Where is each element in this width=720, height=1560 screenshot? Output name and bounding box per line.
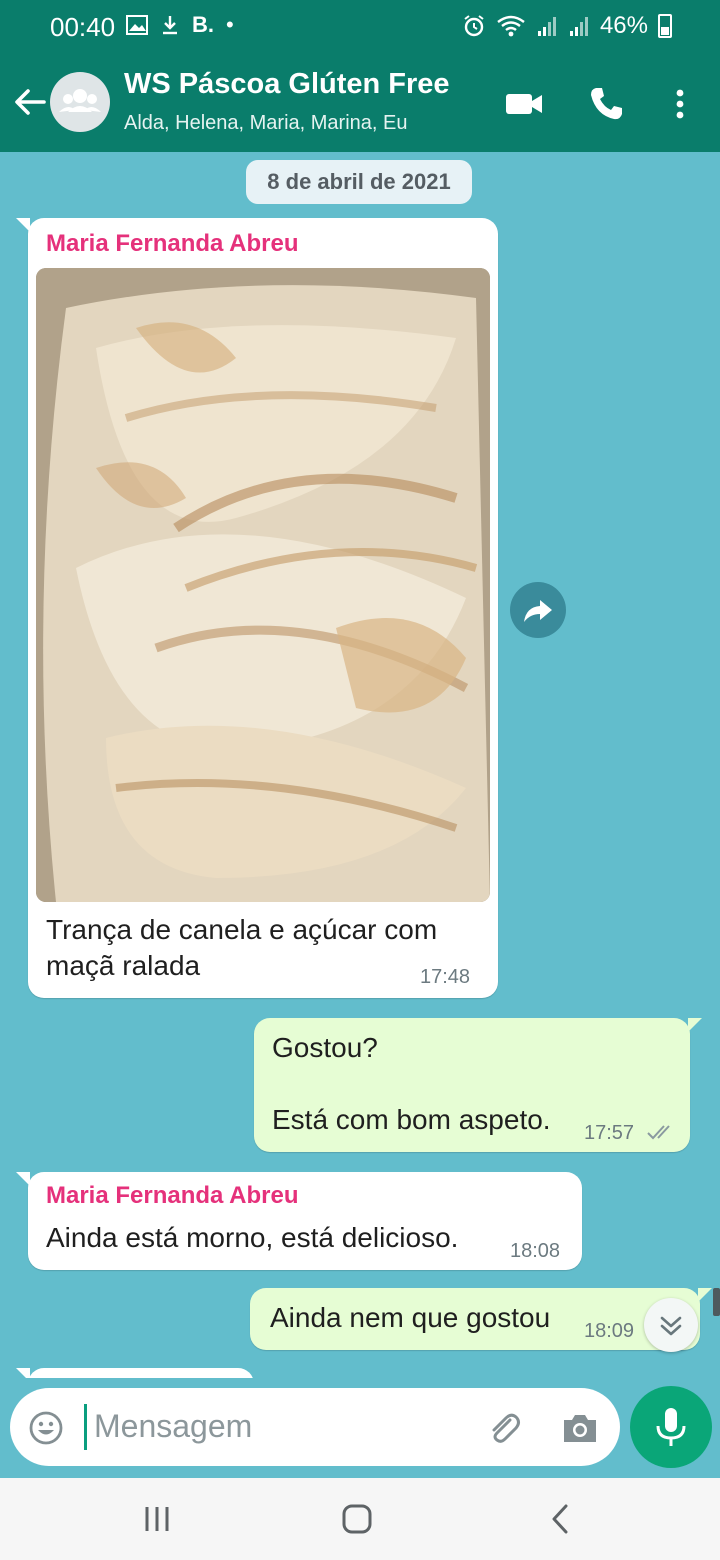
forward-button[interactable] — [510, 582, 566, 638]
message-incoming[interactable]: Maria Fernanda Abreu Ainda está morno, e… — [16, 1172, 582, 1270]
braided-bread-image — [36, 268, 490, 902]
double-check-icon — [647, 1125, 670, 1140]
scroll-to-bottom-button[interactable] — [644, 1298, 698, 1352]
message-time: 17:48 — [420, 966, 471, 988]
status-time: 00:40 — [50, 12, 116, 42]
emoji-icon[interactable] — [28, 1410, 64, 1446]
chat-title[interactable]: WS Páscoa Glúten Free — [124, 68, 450, 101]
more-options-icon[interactable] — [656, 80, 704, 128]
signal-2-icon — [569, 17, 588, 36]
nav-back-icon[interactable] — [546, 1502, 576, 1536]
message-text-line-2: Está com bom aspeto. — [272, 1104, 551, 1135]
chat-participants[interactable]: Alda, Helena, Maria, Marina, Eu — [124, 112, 407, 135]
message-text: Ainda está morno, está delicioso. — [46, 1222, 459, 1253]
status-letter: B. — [192, 12, 214, 37]
recents-icon[interactable] — [140, 1504, 174, 1534]
system-navigation-bar — [0, 1478, 720, 1560]
message-incoming-photo[interactable]: Maria Fernanda Abreu Trança de canela e … — [16, 218, 498, 998]
download-icon — [163, 16, 177, 35]
message-time: 18:09 — [584, 1320, 635, 1342]
status-left-icons: B. • — [126, 12, 234, 38]
status-right-icons: 46% — [462, 12, 672, 40]
group-avatar[interactable] — [50, 72, 110, 132]
bubble-tail — [16, 218, 30, 232]
message-sender: Maria Fernanda Abreu — [46, 230, 299, 257]
message-text-line-2: maçã ralada — [46, 950, 201, 981]
message-composer: Mensagem — [10, 1388, 620, 1466]
message-time: 17:57 — [584, 1122, 635, 1144]
wifi-icon — [497, 15, 525, 37]
video-call-icon[interactable] — [500, 80, 548, 128]
message-outgoing[interactable]: Ainda nem que gostou 18:09 — [250, 1288, 712, 1350]
status-bar: 00:40 B. • 46% — [0, 0, 720, 56]
bubble-tail — [698, 1288, 712, 1302]
gallery-icon — [126, 15, 148, 35]
scroll-down-icon — [660, 1316, 682, 1336]
phone-call-icon[interactable] — [582, 80, 630, 128]
dot-icon: • — [226, 12, 234, 37]
voice-message-button[interactable] — [630, 1386, 712, 1468]
battery-icon — [658, 14, 672, 38]
alarm-icon — [464, 15, 484, 37]
chat-area[interactable]: 8 de abril de 2021 Maria Fernanda Abreu — [0, 152, 720, 1378]
message-outgoing[interactable]: Gostou? Está com bom aspeto. 17:57 — [254, 1018, 702, 1152]
signal-1-icon — [537, 17, 556, 36]
mic-icon — [656, 1408, 686, 1446]
back-arrow-icon[interactable] — [10, 80, 50, 124]
bubble-tail — [16, 1172, 30, 1186]
home-icon[interactable] — [340, 1502, 376, 1536]
group-avatar-icon — [59, 89, 101, 112]
message-photo[interactable] — [36, 268, 490, 902]
battery-percent: 46% — [599, 12, 648, 39]
message-incoming-partial[interactable] — [16, 1368, 254, 1378]
attach-icon[interactable] — [484, 1408, 524, 1448]
scrollbar-thumb[interactable] — [713, 1288, 720, 1316]
message-text-line-1: Gostou? — [272, 1032, 378, 1063]
message-text-line-1: Trança de canela e açúcar com — [46, 914, 438, 945]
message-sender: Maria Fernanda Abreu — [46, 1182, 299, 1209]
date-separator: 8 de abril de 2021 — [246, 160, 472, 204]
text-cursor — [84, 1404, 87, 1450]
bubble-tail — [688, 1018, 702, 1032]
camera-icon[interactable] — [560, 1410, 600, 1446]
chat-header: WS Páscoa Glúten Free Alda, Helena, Mari… — [0, 56, 720, 152]
message-text: Ainda nem que gostou — [270, 1302, 551, 1333]
forward-icon — [524, 600, 552, 622]
bubble-tail — [16, 1368, 30, 1378]
message-time: 18:08 — [510, 1240, 561, 1262]
message-input[interactable]: Mensagem — [94, 1408, 252, 1445]
